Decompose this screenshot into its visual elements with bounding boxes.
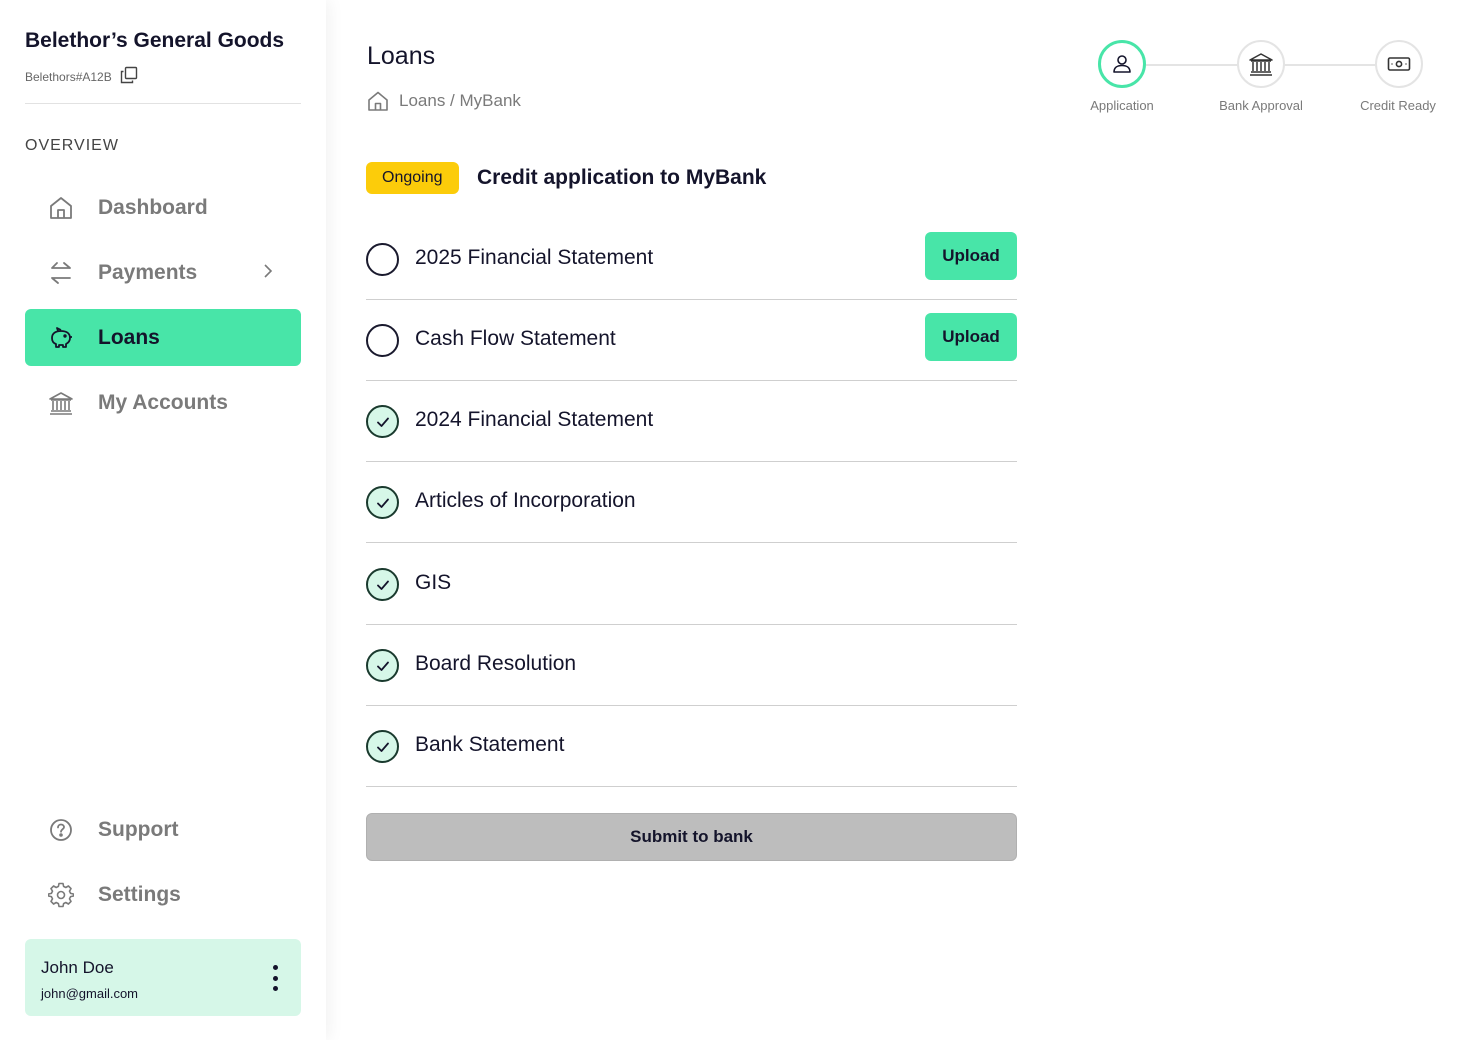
unchecked-circle-icon <box>366 324 399 357</box>
step-label: Application <box>1090 98 1154 113</box>
step-application <box>1098 40 1146 88</box>
sidebar-item-settings[interactable]: Settings <box>25 866 301 923</box>
more-vertical-icon[interactable] <box>271 965 279 991</box>
document-row: 2024 Financial Statement <box>366 381 1017 462</box>
sidebar-item-support[interactable]: Support <box>25 801 301 858</box>
check-circle-icon <box>366 568 399 601</box>
company-id: Belethors#A12B <box>25 66 138 87</box>
document-row: Bank Statement <box>366 706 1017 787</box>
document-label: GIS <box>415 571 452 594</box>
user-email: john@gmail.com <box>41 986 139 1001</box>
sidebar-item-label: Support <box>98 817 179 841</box>
sidebar-item-label: My Accounts <box>98 390 228 414</box>
document-row: Articles of Incorporation <box>366 462 1017 543</box>
page-title: Loans <box>367 42 436 70</box>
sidebar-item-payments[interactable]: Payments <box>25 244 301 301</box>
breadcrumb-text[interactable]: Loans / MyBank <box>399 91 521 111</box>
document-label: Cash Flow Statement <box>415 327 616 350</box>
sidebar-item-my-accounts[interactable]: My Accounts <box>25 374 301 431</box>
document-row: Cash Flow Statement Upload <box>366 300 1017 381</box>
upload-button[interactable]: Upload <box>925 313 1017 361</box>
bank-icon <box>1249 53 1273 76</box>
breadcrumb: Loans / MyBank <box>367 90 521 112</box>
document-row: GIS <box>366 544 1017 625</box>
sidebar-item-label: Dashboard <box>98 195 208 219</box>
document-label: Bank Statement <box>415 733 565 756</box>
bank-icon <box>48 390 74 416</box>
app-root: Belethor’s General Goods Belethors#A12B … <box>0 0 1464 1040</box>
company-id-text: Belethors#A12B <box>25 69 112 84</box>
sidebar-divider <box>25 103 301 104</box>
check-circle-icon <box>366 649 399 682</box>
sidebar-item-label: Loans <box>98 325 160 349</box>
gear-icon <box>48 882 74 908</box>
check-circle-icon <box>366 486 399 519</box>
transfer-arrows-icon <box>48 260 74 286</box>
document-label: 2024 Financial Statement <box>415 408 654 431</box>
sidebar-item-dashboard[interactable]: Dashboard <box>25 179 301 236</box>
copy-icon[interactable] <box>120 66 138 87</box>
document-label: Articles of Incorporation <box>415 489 636 512</box>
user-name: John Doe <box>41 958 114 977</box>
overview-section-label: OVERVIEW <box>25 137 119 154</box>
application-heading: Credit application to MyBank <box>477 166 767 189</box>
home-icon[interactable] <box>367 90 389 112</box>
sidebar-item-label: Payments <box>98 260 198 284</box>
step-credit-ready <box>1375 40 1423 88</box>
company-name: Belethor’s General Goods <box>25 29 285 52</box>
document-row: Board Resolution <box>366 625 1017 706</box>
user-card[interactable]: John Doe john@gmail.com <box>25 939 301 1016</box>
chevron-right-icon <box>264 264 273 278</box>
step-label: Bank Approval <box>1219 98 1303 113</box>
document-label: Board Resolution <box>415 652 577 675</box>
unchecked-circle-icon <box>366 243 399 276</box>
home-icon <box>48 195 74 221</box>
piggy-bank-icon <box>48 325 74 351</box>
help-circle-icon <box>48 817 74 843</box>
status-badge: Ongoing <box>366 162 459 194</box>
stepper-connector <box>1146 64 1238 66</box>
cash-icon <box>1387 57 1411 71</box>
step-bank-approval <box>1237 40 1285 88</box>
upload-button[interactable]: Upload <box>925 232 1017 280</box>
stepper-connector <box>1284 64 1376 66</box>
document-row: 2025 Financial Statement Upload <box>366 219 1017 300</box>
submit-to-bank-button[interactable]: Submit to bank <box>366 813 1017 861</box>
document-label: 2025 Financial Statement <box>415 246 654 269</box>
check-circle-icon <box>366 405 399 438</box>
sidebar-item-label: Settings <box>98 882 181 906</box>
step-label: Credit Ready <box>1360 98 1436 113</box>
user-icon <box>1113 55 1131 73</box>
check-circle-icon <box>366 730 399 763</box>
sidebar: Belethor’s General Goods Belethors#A12B … <box>0 0 326 1040</box>
sidebar-item-loans[interactable]: Loans <box>25 309 301 366</box>
